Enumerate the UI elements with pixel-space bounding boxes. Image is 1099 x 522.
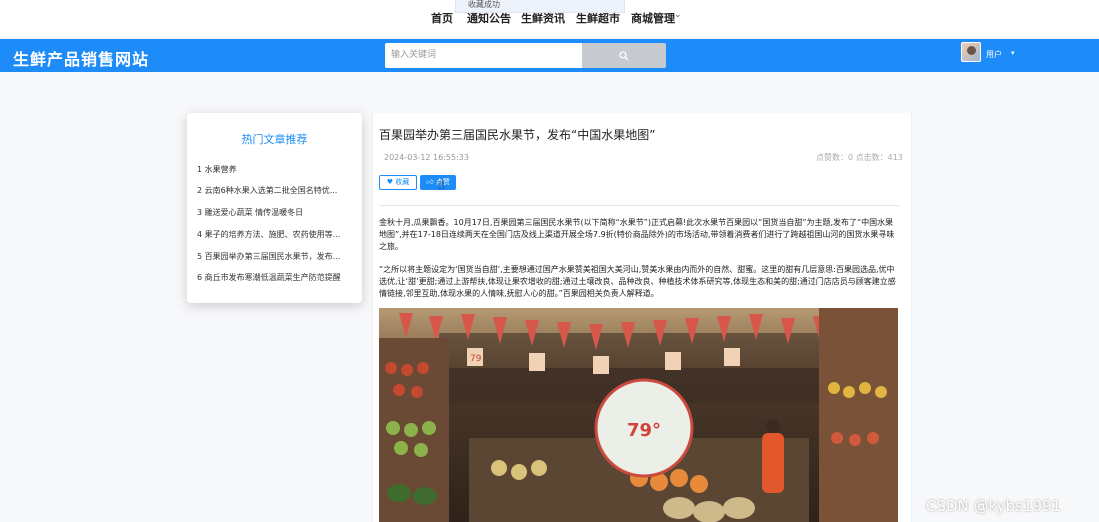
nav-home[interactable]: 首页 bbox=[431, 10, 453, 26]
list-item[interactable]: 2 云南6种水果入选第二批全国名特优... bbox=[197, 185, 345, 196]
sign-text: 79 bbox=[470, 354, 482, 364]
site-title[interactable]: 生鲜产品销售网站 bbox=[13, 46, 149, 70]
article-stats: 点赞数：0 点击数：413 bbox=[816, 153, 903, 162]
article-title: 百果园举办第三届国民水果节，发布“中国水果地图” bbox=[379, 128, 656, 142]
search-icon bbox=[619, 51, 629, 61]
search-button[interactable] bbox=[582, 43, 666, 68]
promo-text: 79° bbox=[627, 420, 661, 441]
article-paragraph: 金秋十月,瓜果飘香。10月17日,百果园第三届国民水果节(以下简称“水果节”)正… bbox=[379, 218, 895, 251]
avatar[interactable] bbox=[961, 42, 981, 62]
article-date: 2024-03-12 16:55:33 bbox=[384, 153, 469, 162]
hot-articles-title: 热门文章推荐 bbox=[241, 133, 308, 146]
watermark: CSDN @kybs1991 bbox=[926, 497, 1062, 515]
favorite-button[interactable]: ♥ 收藏 bbox=[379, 175, 417, 190]
hand-cursor-icon: ☝︎ bbox=[437, 178, 445, 193]
search-input[interactable]: 输入关键词 bbox=[385, 43, 582, 68]
favorite-label: 收藏 bbox=[395, 178, 410, 186]
store-photo-graphic: 79 79° bbox=[379, 308, 898, 522]
divider bbox=[379, 205, 899, 206]
user-dropdown-icon[interactable]: ▾ bbox=[1011, 49, 1015, 57]
nav-mall-admin[interactable]: 商城管理 bbox=[631, 10, 675, 26]
list-item[interactable]: 4 果子的培养方法、施肥、农药使用等... bbox=[197, 229, 345, 240]
list-item[interactable]: 1 水果营养 bbox=[197, 164, 345, 175]
list-item[interactable]: 6 商丘市发布寒潮低温蔬菜生产防范提醒 bbox=[197, 272, 345, 283]
heart-icon: ♥ bbox=[386, 178, 394, 186]
success-toast: 收藏成功 bbox=[455, 0, 625, 13]
article-photo: 79 79° bbox=[379, 308, 898, 522]
thumbs-up-icon: 👍︎ bbox=[426, 178, 434, 186]
list-item[interactable]: 5 百果园举办第三届国民水果节，发布... bbox=[197, 251, 345, 262]
chevron-down-icon[interactable]: ⌄ bbox=[674, 10, 682, 20]
hot-articles-card: 热门文章推荐 1 水果营养 2 云南6种水果入选第二批全国名特优... 3 雕送… bbox=[187, 113, 362, 303]
user-label[interactable]: 用户 bbox=[986, 49, 1002, 60]
list-item[interactable]: 3 雕送爱心蔬菜 情传温暖冬日 bbox=[197, 207, 345, 218]
article-paragraph: “之所以将主题设定为‘国货当自甜’,主要想通过国产水果赞美祖国大美河山,赞美水果… bbox=[379, 265, 896, 298]
